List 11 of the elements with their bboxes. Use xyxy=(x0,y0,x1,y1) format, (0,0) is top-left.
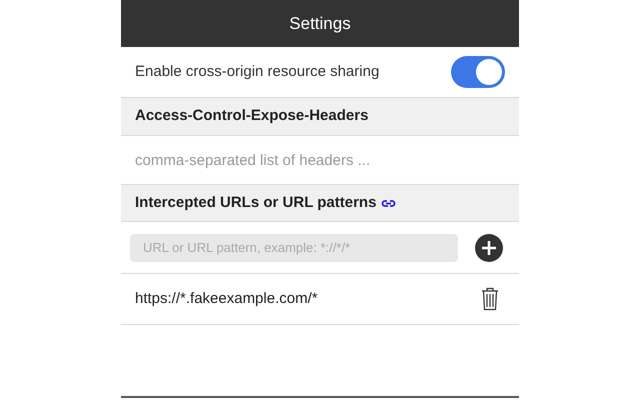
trash-icon[interactable] xyxy=(481,287,499,311)
cors-toggle[interactable] xyxy=(451,56,505,88)
add-icon[interactable] xyxy=(475,234,503,262)
cors-label: Enable cross-origin resource sharing xyxy=(135,62,380,82)
url-entry: https://*.fakeexample.com/* xyxy=(135,288,318,309)
section-heading: Intercepted URLs or URL patterns xyxy=(135,192,376,213)
window-title: Settings xyxy=(289,12,351,35)
section-heading: Access-Control-Expose-Headers xyxy=(135,106,368,126)
url-input-field[interactable]: URL or URL pattern, example: *://*/* xyxy=(130,234,458,262)
headers-input-field[interactable]: comma-separated list of headers ... xyxy=(121,136,519,185)
link-icon[interactable] xyxy=(381,198,396,208)
